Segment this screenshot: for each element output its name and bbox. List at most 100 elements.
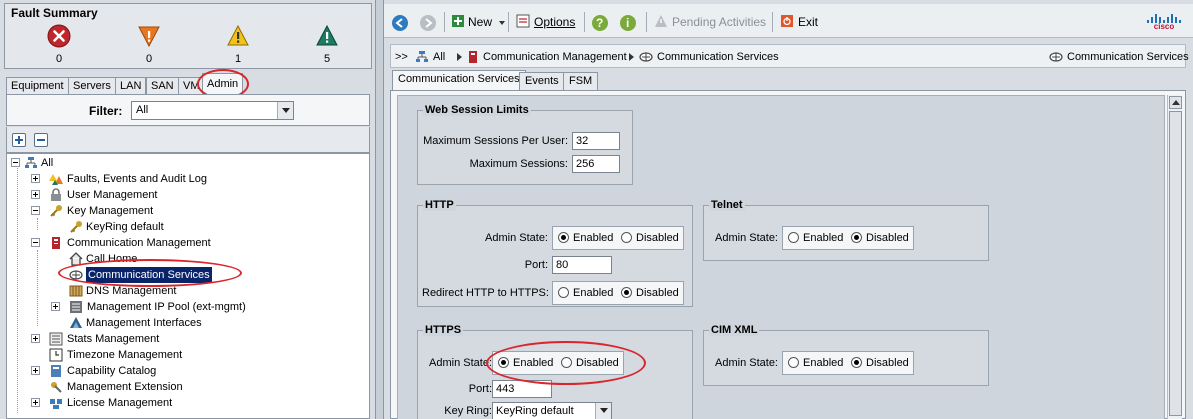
tab-servers[interactable]: Servers — [68, 77, 116, 94]
tab-communication-services[interactable]: Communication Services — [392, 70, 526, 90]
telnet-disabled-radio[interactable]: Disabled — [851, 232, 909, 244]
key-icon — [50, 205, 62, 217]
breadcrumb-item-communication-management[interactable]: Communication Management — [467, 49, 627, 65]
expand-toggle-icon[interactable] — [51, 302, 60, 311]
https-port-input[interactable]: 443 — [492, 380, 552, 398]
group-title: Web Session Limits — [423, 104, 531, 116]
collapse-toggle-icon[interactable] — [11, 158, 20, 167]
breadcrumb-item-all[interactable]: All — [415, 49, 445, 65]
expand-toggle-icon[interactable] — [31, 366, 40, 375]
collapse-all-button[interactable] — [34, 133, 48, 147]
options-button[interactable]: Options — [516, 12, 575, 32]
fault-warning[interactable]: 5 — [307, 24, 347, 65]
http-admin-state-label: Admin State: — [485, 232, 548, 244]
tree-line — [37, 218, 38, 230]
collapse-toggle-icon[interactable] — [31, 206, 40, 215]
main-toolbar: New Options ? i Pending Activities Exit — [384, 4, 1193, 38]
breadcrumb-back-button[interactable]: >> — [395, 49, 408, 65]
redirect-http-label: Redirect HTTP to HTTPS: — [422, 287, 549, 299]
toolbar-separator — [646, 12, 647, 32]
tree-node-label: Management Interfaces — [86, 317, 202, 329]
chevron-down-icon[interactable] — [277, 102, 293, 119]
key-ring-select[interactable]: KeyRing default — [492, 402, 612, 419]
toolbar-separator — [584, 12, 585, 32]
breadcrumb-current-label: Communication Services — [1067, 51, 1189, 63]
cim-xml-enabled-radio[interactable]: Enabled — [788, 357, 843, 369]
filter-value: All — [136, 104, 149, 116]
tree-node-label: KeyRing default — [86, 221, 164, 233]
comm-mgmt-icon — [469, 51, 477, 64]
fault-minor[interactable]: 1 — [218, 24, 258, 65]
group-title: CIM XML — [709, 324, 760, 336]
fault-major[interactable]: 0 — [129, 24, 169, 65]
fault-warning-count: 5 — [323, 53, 331, 65]
redirect-disabled-radio[interactable]: Disabled — [621, 287, 679, 299]
telnet-enabled-radio[interactable]: Enabled — [788, 232, 843, 244]
help-button[interactable]: ? — [592, 12, 608, 32]
http-disabled-radio[interactable]: Disabled — [621, 232, 679, 244]
filter-bar: Filter: All — [6, 94, 370, 126]
breadcrumb-current: Communication Services — [1049, 49, 1189, 65]
tab-equipment[interactable]: Equipment — [6, 77, 69, 94]
info-icon: i — [620, 14, 636, 31]
back-button[interactable] — [392, 12, 408, 32]
collapse-toggle-icon[interactable] — [31, 238, 40, 247]
http-port-input[interactable]: 80 — [552, 256, 612, 274]
expand-toggle-icon[interactable] — [31, 398, 40, 407]
tab-events[interactable]: Events — [519, 72, 565, 90]
tree-node-label: Communication Management — [67, 237, 211, 249]
forward-arrow-icon — [420, 14, 436, 31]
dns-icon — [69, 285, 83, 297]
fault-minor-count: 1 — [234, 53, 242, 65]
back-arrow-icon — [392, 14, 408, 31]
tab-admin[interactable]: Admin — [202, 73, 244, 94]
https-enabled-radio[interactable]: Enabled — [498, 357, 553, 369]
pending-activities-button[interactable]: Pending Activities — [654, 12, 766, 32]
tab-vm[interactable]: VM — [178, 77, 205, 94]
redirect-enabled-radio[interactable]: Enabled — [558, 287, 613, 299]
telnet-admin-state-radio-group: Enabled Disabled — [782, 226, 914, 250]
critical-x-icon — [47, 24, 71, 48]
group-title: HTTP — [423, 199, 456, 211]
radio-selected-icon — [558, 232, 569, 243]
radio-label: Disabled — [576, 357, 619, 369]
breadcrumb-item-communication-services[interactable]: Communication Services — [639, 49, 779, 65]
tree-node-label: Capability Catalog — [67, 365, 157, 377]
fault-summary-title: Fault Summary — [11, 6, 98, 20]
chevron-down-icon[interactable] — [595, 403, 611, 419]
info-button[interactable]: i — [620, 12, 636, 32]
tab-lan[interactable]: LAN — [115, 77, 147, 94]
cim-xml-disabled-radio[interactable]: Disabled — [851, 357, 909, 369]
expand-all-button[interactable] — [12, 133, 26, 147]
scroll-up-arrow-icon[interactable] — [1169, 96, 1182, 109]
clock-icon — [49, 348, 63, 362]
expand-toggle-icon[interactable] — [31, 174, 40, 183]
license-icon — [50, 399, 62, 409]
max-sessions-per-user-input[interactable]: 32 — [572, 132, 620, 150]
toolbar-separator — [508, 12, 509, 32]
tree-line — [17, 168, 18, 413]
expand-toggle-icon[interactable] — [31, 334, 40, 343]
forward-button[interactable] — [420, 12, 436, 32]
tree-toolbar — [6, 127, 370, 153]
expand-toggle-icon[interactable] — [31, 190, 40, 199]
radio-selected-icon — [621, 287, 632, 298]
new-button[interactable]: New — [452, 12, 506, 32]
exit-button[interactable]: Exit — [780, 12, 818, 32]
radio-label: Enabled — [573, 287, 614, 299]
vertical-scrollbar[interactable] — [1167, 95, 1182, 419]
fault-critical[interactable]: 0 — [39, 24, 79, 65]
tree-node-label: Key Management — [67, 205, 154, 217]
max-sessions-label: Maximum Sessions: — [469, 158, 568, 170]
tab-san[interactable]: SAN — [146, 77, 179, 94]
http-enabled-radio[interactable]: Enabled — [558, 232, 613, 244]
radio-unselected-icon — [788, 232, 799, 243]
options-label: Options — [534, 15, 576, 29]
filter-select[interactable]: All — [131, 101, 294, 120]
telnet-admin-state-label: Admin State: — [715, 232, 778, 244]
max-sessions-input[interactable]: 256 — [572, 155, 620, 173]
new-label: New — [468, 15, 493, 29]
scrollbar-thumb[interactable] — [1169, 111, 1182, 416]
tab-fsm[interactable]: FSM — [563, 72, 599, 90]
https-disabled-radio[interactable]: Disabled — [561, 357, 619, 369]
